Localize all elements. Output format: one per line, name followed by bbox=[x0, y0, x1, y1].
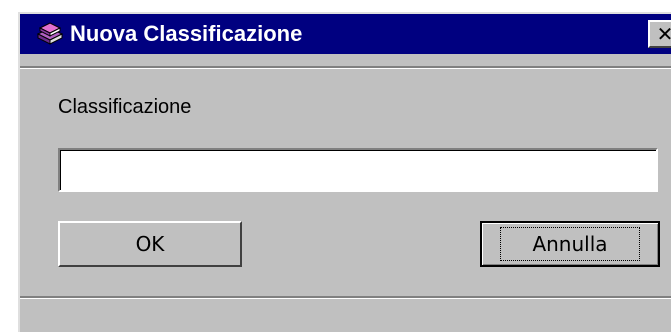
classification-label: Classificazione bbox=[58, 96, 192, 118]
ok-button[interactable]: OK bbox=[58, 221, 242, 267]
title-bar[interactable]: Nuova Classificazione ✕ bbox=[20, 14, 671, 54]
books-icon bbox=[34, 20, 64, 48]
cancel-button[interactable]: Annulla bbox=[480, 221, 660, 267]
status-divider bbox=[20, 296, 671, 299]
menu-divider bbox=[20, 66, 671, 69]
cancel-button-label: Annulla bbox=[500, 227, 640, 261]
ok-button-label: OK bbox=[135, 232, 165, 256]
classification-input[interactable] bbox=[58, 148, 658, 192]
close-button[interactable]: ✕ bbox=[648, 20, 671, 48]
dialog-window: Nuova Classificazione ✕ Classificazione … bbox=[18, 12, 671, 332]
window-title: Nuova Classificazione bbox=[70, 21, 303, 46]
close-icon: ✕ bbox=[656, 22, 671, 46]
